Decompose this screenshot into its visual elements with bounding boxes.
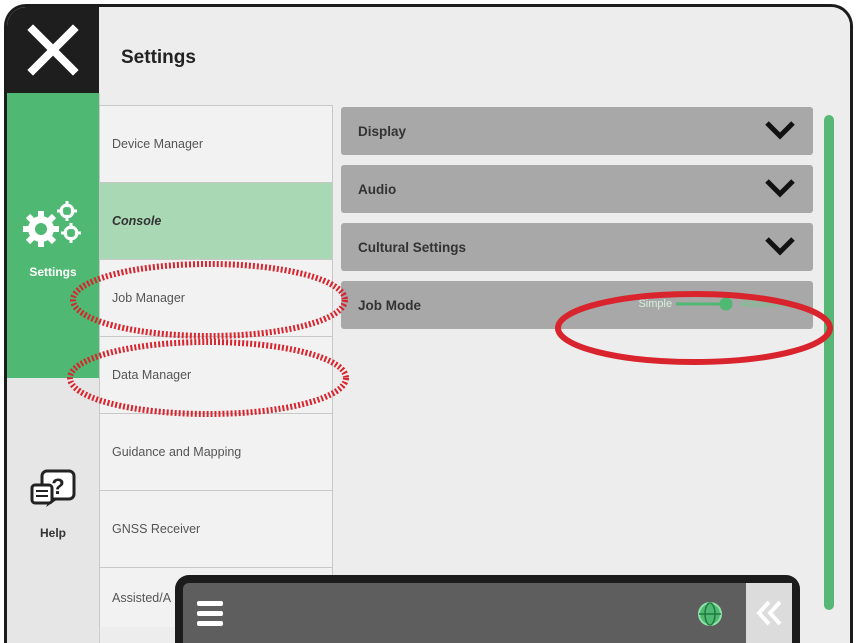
cultural-settings-row[interactable]: Cultural Settings (341, 223, 813, 271)
gnss-status-icon[interactable] (697, 601, 723, 627)
scrollbar[interactable] (824, 115, 834, 610)
rail-settings-tab[interactable]: Settings (7, 93, 99, 378)
console-settings-panel: Display Audio Cultural Settings Job Mode… (341, 107, 813, 339)
audio-label: Audio (358, 181, 397, 197)
chevron-down-icon (765, 237, 795, 256)
toggle-track (676, 297, 733, 311)
menu-item-console[interactable]: Console (99, 182, 333, 259)
page-title: Settings (121, 47, 196, 68)
menu-item-data-manager[interactable]: Data Manager (99, 336, 333, 413)
settings-menu: Device Manager Console Job Manager Data … (99, 105, 333, 627)
bottom-bar-inner (183, 583, 792, 643)
left-rail: Settings ? Help (7, 7, 100, 643)
gears-icon (23, 201, 81, 247)
svg-text:?: ? (51, 474, 64, 499)
job-mode-label: Job Mode (358, 297, 421, 313)
job-mode-advanced-option[interactable]: Advanced (740, 298, 789, 310)
display-label: Display (358, 123, 407, 139)
job-mode-row: Job Mode Simple Advanced (341, 281, 813, 329)
close-button[interactable] (7, 7, 99, 93)
chevron-down-icon (765, 121, 795, 140)
menu-item-gnss-receiver[interactable]: GNSS Receiver (99, 490, 333, 567)
collapse-button[interactable] (746, 583, 792, 643)
rail-help-tab[interactable]: ? Help (7, 467, 99, 540)
bottom-bar (175, 575, 800, 643)
header: Settings (99, 7, 850, 93)
menu-item-guidance-and-mapping[interactable]: Guidance and Mapping (99, 413, 333, 490)
hamburger-icon (197, 601, 223, 626)
chevron-down-icon (765, 179, 795, 198)
close-icon (27, 24, 79, 76)
cultural-settings-label: Cultural Settings (358, 239, 467, 255)
menu-button[interactable] (185, 589, 233, 637)
job-mode-toggle[interactable]: Simple Advanced (638, 296, 789, 312)
double-chevron-left-icon (756, 600, 782, 626)
audio-row[interactable]: Audio (341, 165, 813, 213)
menu-item-device-manager[interactable]: Device Manager (99, 105, 333, 182)
help-icon: ? (30, 469, 76, 507)
rail-help-label: Help (39, 526, 66, 540)
app-window: Settings ? Help Settings Device Manager … (4, 4, 853, 643)
rail-settings-label: Settings (29, 265, 77, 279)
display-row[interactable]: Display (341, 107, 813, 155)
job-mode-simple-option[interactable]: Simple (638, 298, 672, 310)
menu-item-job-manager[interactable]: Job Manager (99, 259, 333, 336)
